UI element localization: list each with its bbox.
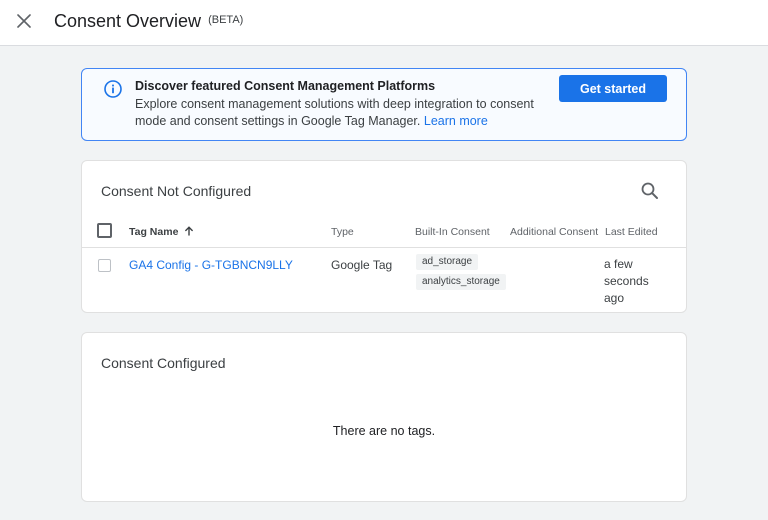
cmp-banner: Discover featured Consent Management Pla… (81, 68, 687, 141)
beta-badge: (BETA) (208, 14, 244, 26)
arrow-up-icon (185, 226, 194, 236)
page-title-text: Consent Overview (54, 11, 202, 31)
select-all-checkbox[interactable] (97, 223, 112, 238)
consent-not-configured-card: Consent Not Configured Tag Name Type Bui… (81, 160, 687, 313)
card-title-configured: Consent Configured (101, 355, 226, 371)
card-title-not-configured: Consent Not Configured (101, 183, 252, 199)
column-header-tag-name[interactable]: Tag Name (129, 226, 194, 238)
column-header-type: Type (331, 226, 354, 238)
learn-more-link[interactable]: Learn more (424, 114, 488, 128)
consent-chip-analytics-storage: analytics_storage (416, 274, 506, 290)
column-header-built-in-consent: Built-In Consent (415, 226, 490, 238)
search-icon[interactable] (640, 181, 660, 201)
row-checkbox[interactable] (98, 259, 111, 272)
page-header: Consent Overview (BETA) (0, 0, 768, 46)
get-started-button[interactable]: Get started (559, 75, 667, 102)
consent-configured-card: Consent Configured There are no tags. (81, 332, 687, 502)
tag-name-link[interactable]: GA4 Config - G-TGBNCN9LLY (129, 258, 293, 272)
close-button[interactable] (13, 10, 35, 32)
banner-text: Explore consent management solutions wit… (135, 96, 545, 130)
consent-chip-ad-storage: ad_storage (416, 254, 479, 270)
info-icon (104, 80, 122, 98)
table-divider (82, 247, 686, 248)
tag-type: Google Tag (331, 258, 393, 272)
banner-title: Discover featured Consent Management Pla… (135, 79, 436, 93)
tag-name-header-label: Tag Name (129, 226, 179, 238)
close-icon (17, 14, 31, 28)
last-edited-value: a few seconds ago (604, 257, 649, 305)
empty-state-message: There are no tags. (332, 424, 436, 438)
page-title: Consent Overview (BETA) (54, 11, 243, 32)
column-header-additional-consent: Additional Consent (510, 226, 599, 238)
column-header-last-edited: Last Edited (605, 226, 658, 238)
